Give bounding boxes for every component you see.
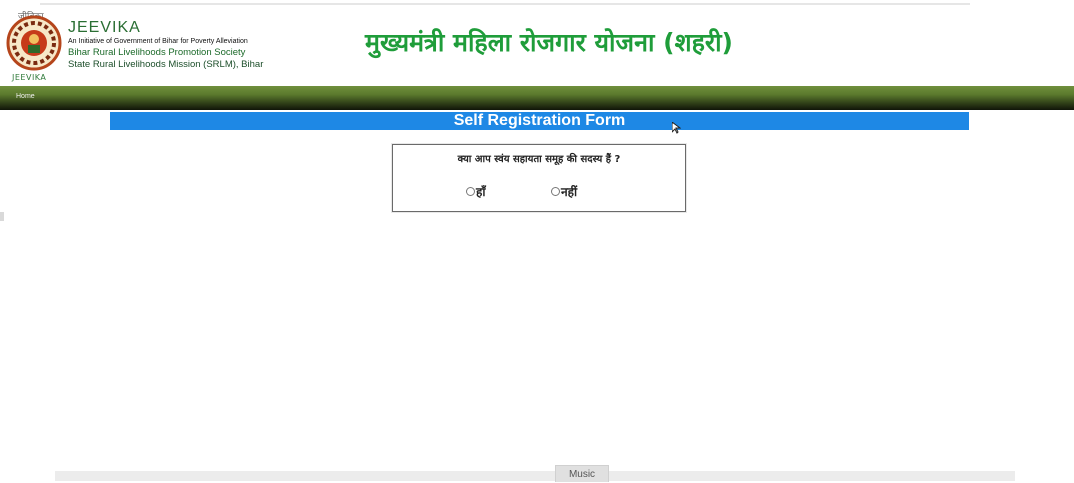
form-title-bar: Self Registration Form bbox=[110, 112, 969, 130]
org-tagline: An Initiative of Government of Bihar for… bbox=[68, 38, 248, 45]
option-no-label: नहीं bbox=[561, 185, 578, 199]
logo-caption: JEEVIKA bbox=[12, 73, 47, 82]
org-society: Bihar Rural Livelihoods Promotion Societ… bbox=[68, 47, 246, 58]
nav-home-link[interactable]: Home bbox=[16, 93, 35, 100]
main-navbar: Home bbox=[0, 86, 1074, 110]
org-mission: State Rural Livelihoods Mission (SRLM), … bbox=[68, 59, 264, 70]
org-name: JEEVIKA bbox=[68, 19, 141, 36]
radio-yes[interactable] bbox=[466, 187, 475, 196]
organization-info: JEEVIKA An Initiative of Government of B… bbox=[68, 19, 308, 71]
bottom-bar bbox=[55, 471, 1015, 481]
option-no[interactable]: नहीं bbox=[551, 183, 577, 200]
scheme-title: मुख्यमंत्री महिला रोजगार योजना (शहरी) bbox=[365, 28, 733, 57]
radio-no[interactable] bbox=[551, 187, 560, 196]
site-header: जीविका JEEVIKA JEEVIKA An Initiative of … bbox=[0, 5, 1074, 85]
form-title: Self Registration Form bbox=[453, 112, 626, 129]
shg-question-box: क्या आप स्वंय सहायता समूह की सदस्य हैं ?… bbox=[392, 144, 686, 212]
option-yes-label: हाँ bbox=[476, 185, 486, 199]
left-edge-marker bbox=[0, 212, 4, 221]
mouse-cursor-icon bbox=[671, 121, 682, 136]
option-yes[interactable]: हाँ bbox=[466, 183, 485, 200]
music-tab[interactable]: Music bbox=[555, 465, 609, 482]
shg-question: क्या आप स्वंय सहायता समूह की सदस्य हैं ? bbox=[457, 154, 621, 165]
